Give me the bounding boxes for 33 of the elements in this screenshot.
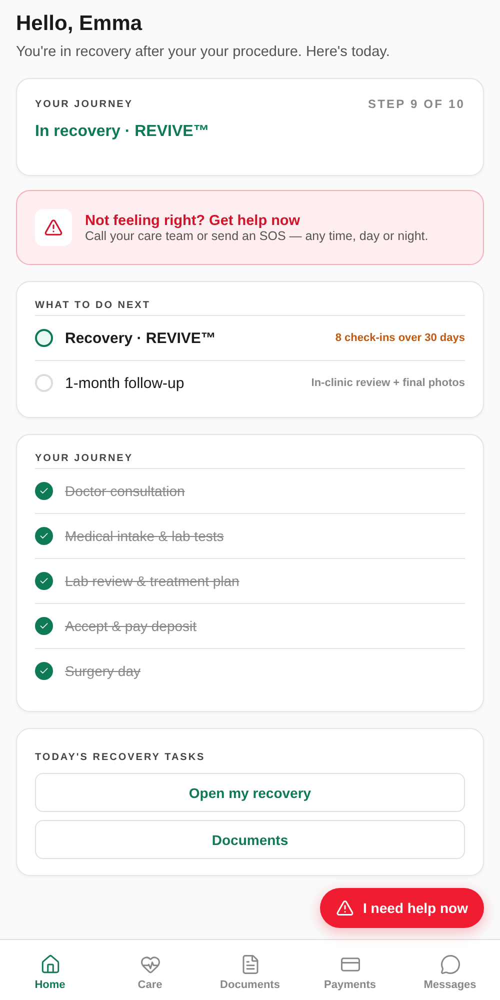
section-label: YOUR JOURNEY bbox=[35, 98, 134, 110]
help-alert[interactable]: Not feeling right? Get help now Call your care team or send an SOS — any time, day or night. bbox=[16, 190, 484, 265]
subtitle: You're in recovery after your your procedure. Here's today. bbox=[16, 44, 391, 60]
heart-pulse-icon bbox=[140, 954, 160, 974]
nav-tab[interactable]: Messages bbox=[400, 940, 500, 1000]
section-label: WHAT TO DO NEXT bbox=[35, 300, 150, 311]
alert-title: Not feeling right? Get help now bbox=[85, 212, 302, 228]
warning-icon bbox=[336, 899, 354, 917]
warning-icon bbox=[35, 209, 72, 246]
nav-tab[interactable]: Payments bbox=[300, 940, 400, 1000]
section-label: TODAY'S RECOVERY TASKS bbox=[35, 752, 206, 763]
next-step-note: 8 check-ins over 30 days bbox=[335, 332, 465, 344]
next-step-title: Recovery · REVIVE™ bbox=[65, 330, 217, 346]
alert-text: Call your care team or send an SOS — any time, day or night. bbox=[85, 228, 428, 242]
chat-icon bbox=[440, 954, 460, 974]
task-button[interactable]: Open my recovery bbox=[35, 773, 465, 812]
journey-step: Lab review & treatment plan bbox=[65, 573, 240, 589]
nav-tab[interactable]: Documents bbox=[200, 940, 300, 1000]
journey-step: Accept & pay deposit bbox=[65, 618, 197, 634]
nav-tab[interactable]: Care bbox=[100, 940, 200, 1000]
journey-step: Doctor consultation bbox=[65, 483, 185, 499]
journey-step: Surgery day bbox=[65, 663, 140, 679]
step-counter: STEP 9 OF 10 bbox=[368, 97, 465, 111]
next-step-title: 1-month follow-up bbox=[65, 374, 186, 392]
sos-button[interactable]: I need help now bbox=[320, 888, 484, 928]
next-step-note: In-clinic review + final photos bbox=[311, 377, 465, 389]
home-icon bbox=[40, 954, 60, 974]
task-button[interactable]: Documents bbox=[35, 820, 465, 859]
journey-status: In recovery · REVIVE™ bbox=[35, 123, 210, 141]
nav-tab[interactable]: Home bbox=[0, 940, 100, 1000]
section-label: YOUR JOURNEY bbox=[35, 453, 134, 464]
greeting-heading: Hello, Emma bbox=[16, 12, 144, 36]
journey-step: Medical intake & lab tests bbox=[65, 528, 224, 544]
